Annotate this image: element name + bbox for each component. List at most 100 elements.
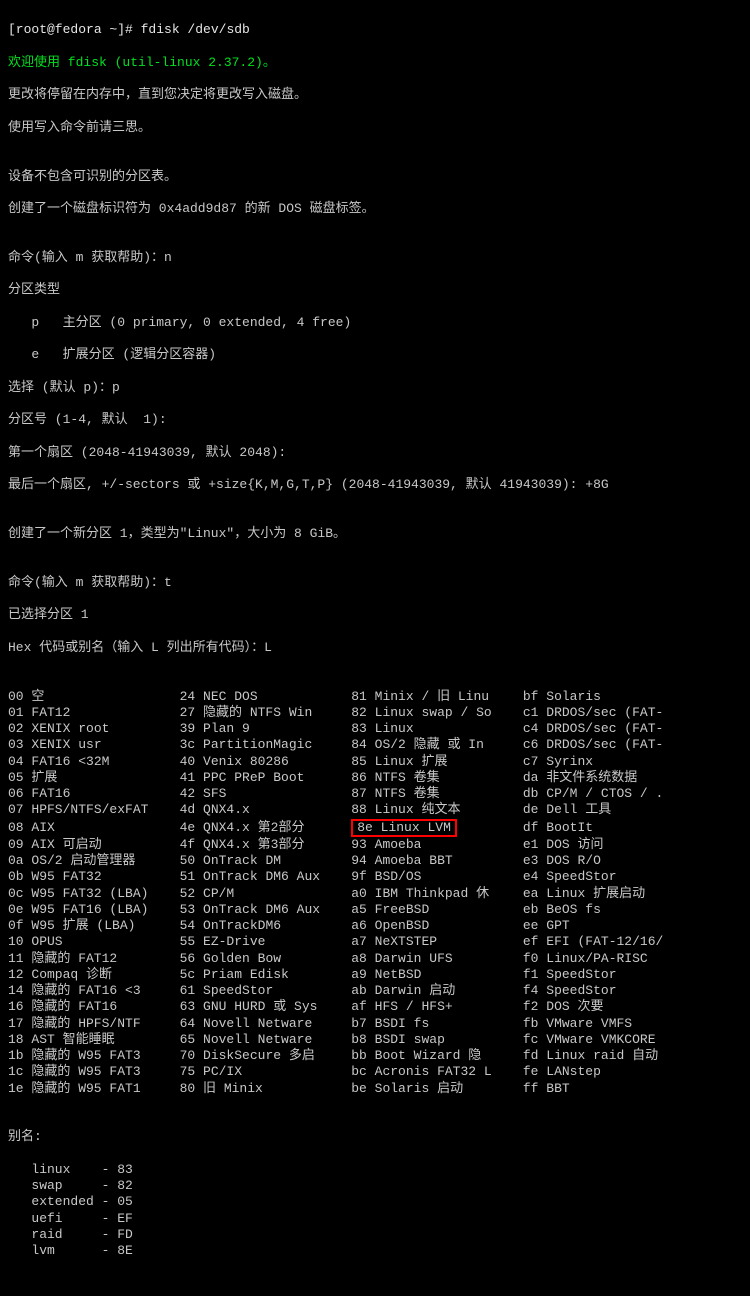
table-row: 14 隐藏的 FAT16 <361 SpeedStorab Darwin 启动f… <box>8 983 742 999</box>
partition-type-title: 分区类型 <box>8 282 742 298</box>
table-cell: 70 DiskSecure 多启 <box>180 1048 352 1064</box>
table-cell: f1 SpeedStor <box>523 967 695 983</box>
alias-code: 83 <box>117 1162 133 1178</box>
table-cell: 5c Priam Edisk <box>180 967 352 983</box>
table-cell: ea Linux 扩展启动 <box>523 886 695 902</box>
table-cell: a5 FreeBSD <box>351 902 523 918</box>
table-cell: ff BBT <box>523 1081 695 1097</box>
table-cell: 65 Novell Netware <box>180 1032 352 1048</box>
table-cell: 03 XENIX usr <box>8 737 180 753</box>
table-cell: 0f W95 扩展 (LBA) <box>8 918 180 934</box>
table-cell: ef EFI (FAT-12/16/ <box>523 934 695 950</box>
table-cell: 05 扩展 <box>8 770 180 786</box>
table-row: 10 OPUS55 EZ-Drivea7 NeXTSTEPef EFI (FAT… <box>8 934 742 950</box>
partition-number: 分区号 (1-4, 默认 1): <box>8 412 742 428</box>
table-cell: 01 FAT12 <box>8 705 180 721</box>
table-row: 16 隐藏的 FAT1663 GNU HURD 或 Sysaf HFS / HF… <box>8 999 742 1015</box>
partition-type-e: e 扩展分区 (逻辑分区容器) <box>8 347 742 363</box>
table-cell: 1b 隐藏的 W95 FAT3 <box>8 1048 180 1064</box>
alias-name: lvm <box>8 1243 102 1259</box>
alias-name: uefi <box>8 1211 102 1227</box>
table-cell: 75 PC/IX <box>180 1064 352 1080</box>
table-cell: de Dell 工具 <box>523 802 695 818</box>
alias-code: 82 <box>117 1178 133 1194</box>
alias-name: extended <box>8 1194 102 1210</box>
table-cell: be Solaris 启动 <box>351 1081 523 1097</box>
table-cell: e4 SpeedStor <box>523 869 695 885</box>
table-row: 03 XENIX usr3c PartitionMagic84 OS/2 隐藏 … <box>8 737 742 753</box>
table-cell: 10 OPUS <box>8 934 180 950</box>
table-cell: 42 SFS <box>180 786 352 802</box>
table-cell: 09 AIX 可启动 <box>8 837 180 853</box>
table-cell: 88 Linux 纯文本 <box>351 802 523 818</box>
table-cell: fe LANstep <box>523 1064 695 1080</box>
table-cell: 0e W95 FAT16 (LBA) <box>8 902 180 918</box>
table-cell: 06 FAT16 <box>8 786 180 802</box>
table-row: 09 AIX 可启动4f QNX4.x 第3部分93 Amoebae1 DOS … <box>8 837 742 853</box>
aliases-title: 别名: <box>8 1129 742 1145</box>
table-cell: f2 DOS 次要 <box>523 999 695 1015</box>
alias-row: swap- 82 <box>8 1178 742 1194</box>
alias-row: uefi- EF <box>8 1211 742 1227</box>
table-cell: 14 隐藏的 FAT16 <3 <box>8 983 180 999</box>
alias-dash: - <box>102 1178 118 1194</box>
table-cell: 39 Plan 9 <box>180 721 352 737</box>
table-cell: 27 隐藏的 NTFS Win <box>180 705 352 721</box>
table-row: 18 AST 智能睡眠65 Novell Netwareb8 BSDI swap… <box>8 1032 742 1048</box>
partition-type-table: 00 空24 NEC DOS81 Minix / 旧 Linubf Solari… <box>8 689 742 1097</box>
table-cell: f4 SpeedStor <box>523 983 695 999</box>
alias-name: linux <box>8 1162 102 1178</box>
alias-code: EF <box>117 1211 133 1227</box>
table-cell: 4e QNX4.x 第2部分 <box>180 820 352 836</box>
table-cell: fd Linux raid 自动 <box>523 1048 695 1064</box>
partition-type-p: p 主分区 (0 primary, 0 extended, 4 free) <box>8 315 742 331</box>
table-cell: a9 NetBSD <box>351 967 523 983</box>
alias-dash: - <box>102 1162 118 1178</box>
table-cell: af HFS / HFS+ <box>351 999 523 1015</box>
terminal-output: [root@fedora ~]# fdisk /dev/sdb 欢迎使用 fdi… <box>0 0 750 1296</box>
table-row: 17 隐藏的 HPFS/NTF64 Novell Netwareb7 BSDI … <box>8 1016 742 1032</box>
aliases-block: linux- 83 swap- 82 extended- 05 uefi- EF… <box>8 1162 742 1260</box>
table-cell: 80 旧 Minix <box>180 1081 352 1097</box>
table-cell: 87 NTFS 卷集 <box>351 786 523 802</box>
table-cell: fb VMware VMFS <box>523 1016 695 1032</box>
table-cell: 24 NEC DOS <box>180 689 352 705</box>
table-cell: 0b W95 FAT32 <box>8 869 180 885</box>
table-cell: ee GPT <box>523 918 695 934</box>
first-sector: 第一个扇区 (2048-41943039, 默认 2048): <box>8 445 742 461</box>
note-line-2: 使用写入命令前请三思。 <box>8 120 742 136</box>
alias-code: 05 <box>117 1194 133 1210</box>
table-cell: 00 空 <box>8 689 180 705</box>
table-row: 12 Compaq 诊断5c Priam Ediska9 NetBSDf1 Sp… <box>8 967 742 983</box>
table-row: 04 FAT16 <32M40 Venix 8028685 Linux 扩展c7… <box>8 754 742 770</box>
table-cell: 8e Linux LVM <box>351 819 523 837</box>
table-row: 01 FAT1227 隐藏的 NTFS Win82 Linux swap / S… <box>8 705 742 721</box>
table-cell: 1c 隐藏的 W95 FAT3 <box>8 1064 180 1080</box>
table-cell: df BootIt <box>523 820 695 836</box>
created-partition: 创建了一个新分区 1，类型为"Linux"，大小为 8 GiB。 <box>8 526 742 542</box>
alias-code: FD <box>117 1227 133 1243</box>
table-row: 08 AIX4e QNX4.x 第2部分8e Linux LVMdf BootI… <box>8 819 742 837</box>
table-cell: c7 Syrinx <box>523 754 695 770</box>
table-row: 00 空24 NEC DOS81 Minix / 旧 Linubf Solari… <box>8 689 742 705</box>
table-row: 0f W95 扩展 (LBA)54 OnTrackDM6a6 OpenBSDee… <box>8 918 742 934</box>
table-cell: 08 AIX <box>8 820 180 836</box>
warn-line-1: 设备不包含可识别的分区表。 <box>8 169 742 185</box>
table-cell: b8 BSDI swap <box>351 1032 523 1048</box>
table-cell: 85 Linux 扩展 <box>351 754 523 770</box>
table-cell: 18 AST 智能睡眠 <box>8 1032 180 1048</box>
table-cell: a0 IBM Thinkpad 休 <box>351 886 523 902</box>
table-cell: bc Acronis FAT32 L <box>351 1064 523 1080</box>
alias-name: swap <box>8 1178 102 1194</box>
table-cell: e1 DOS 访问 <box>523 837 695 853</box>
table-cell: 41 PPC PReP Boot <box>180 770 352 786</box>
last-sector: 最后一个扇区, +/-sectors 或 +size{K,M,G,T,P} (2… <box>8 477 742 493</box>
table-row: 0e W95 FAT16 (LBA)53 OnTrack DM6 Auxa5 F… <box>8 902 742 918</box>
table-cell: 54 OnTrackDM6 <box>180 918 352 934</box>
select-p: 选择 (默认 p)：p <box>8 380 742 396</box>
table-cell: a8 Darwin UFS <box>351 951 523 967</box>
table-cell: c6 DRDOS/sec (FAT- <box>523 737 695 753</box>
alias-row: raid- FD <box>8 1227 742 1243</box>
table-cell: 86 NTFS 卷集 <box>351 770 523 786</box>
alias-row: extended- 05 <box>8 1194 742 1210</box>
